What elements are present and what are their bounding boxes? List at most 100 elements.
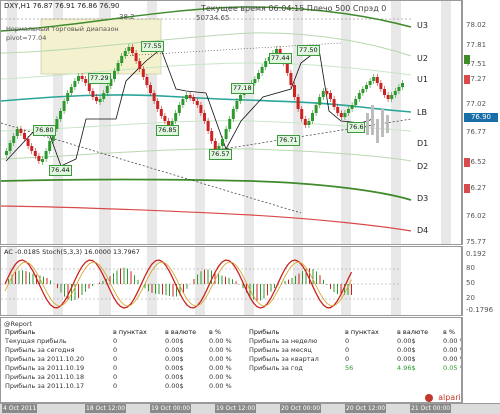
- candle-body: [253, 79, 257, 83]
- report-left-cell: Прибыль за 2011.10.17: [5, 382, 85, 390]
- candle-body: [37, 156, 41, 161]
- pivot-label: 76.71: [277, 135, 300, 146]
- candle-body: [62, 101, 66, 111]
- main-chart-canvas: [1, 1, 451, 244]
- candle-body: [203, 113, 206, 121]
- candle-body: [188, 95, 192, 98]
- report-left-cell: 0.00$: [165, 373, 184, 381]
- report-right-cell: 0: [345, 346, 350, 354]
- candle-body: [159, 109, 163, 116]
- report-right-cell: 0.00 %: [443, 346, 461, 354]
- pivot-label: 76.57: [209, 149, 232, 160]
- candle-body: [30, 146, 34, 151]
- candle-body: [343, 113, 347, 117]
- candle-body: [141, 69, 145, 77]
- candle-body: [401, 83, 404, 87]
- time-tick: 19 Oct 12:00: [215, 404, 257, 413]
- candle-body: [192, 97, 196, 101]
- level-d2: D2: [417, 162, 429, 171]
- candle-body: [66, 93, 70, 101]
- report-left-header: в %: [209, 328, 222, 336]
- pivot-label: 76.85: [156, 125, 179, 136]
- pivot-label: 77.50: [297, 45, 320, 56]
- candle-body: [354, 99, 358, 105]
- candle-body: [375, 77, 379, 83]
- price-tick: 77.81: [466, 41, 487, 49]
- report-right-cell: 0.00$: [397, 355, 416, 363]
- report-left-cell: 0.00$: [165, 364, 184, 372]
- candle-body: [311, 113, 314, 121]
- alpari-icon: [425, 393, 433, 402]
- level-u2: U2: [417, 54, 428, 63]
- report-right-header: в пунктах: [345, 328, 379, 336]
- report-left-cell: Прибыль за 2011.10.20: [5, 355, 85, 363]
- candle-body: [336, 107, 340, 113]
- alpari-brand: alpari: [438, 393, 461, 402]
- candle-body: [329, 93, 332, 99]
- level-d3: D3: [417, 194, 429, 203]
- candle-body: [123, 51, 127, 56]
- pivot-label: 77.29: [88, 73, 111, 84]
- candle-body: [206, 121, 210, 131]
- indicator-panel[interactable]: AC -0.0185 Stoch(5,3,3) 16.0000 13.7967: [0, 246, 462, 316]
- level-marker-d2: [464, 158, 470, 167]
- candle-body: [48, 141, 52, 151]
- price-axis[interactable]: 78.02 77.81 77.51 77.27 77.02 76.77 76.5…: [462, 0, 500, 246]
- chart-symbol: DXY,H1 76.87 76.91 76.86 76.90: [4, 2, 119, 10]
- report-left-cell: 0.00 %: [209, 337, 232, 345]
- main-chart[interactable]: DXY,H1 76.87 76.91 76.86 76.90 Текущее в…: [0, 0, 462, 245]
- candle-body: [19, 129, 23, 133]
- candle-body: [365, 85, 368, 89]
- candle-body: [91, 91, 95, 97]
- report-left-cell: Текущая прибыль: [5, 337, 67, 345]
- candle-body: [152, 93, 156, 101]
- candle-body: [23, 133, 26, 139]
- indicator-axis[interactable]: 0.192 80 50 20 -0.1796: [462, 246, 500, 316]
- indicator-canvas: [1, 247, 401, 315]
- report-left-cell: 0.00$: [165, 382, 184, 390]
- candle-body: [303, 119, 307, 125]
- report-left-header: в пунктах: [113, 328, 147, 336]
- candle-body: [15, 129, 19, 136]
- range-value: 38.2: [119, 13, 135, 21]
- candle-body: [213, 141, 217, 149]
- report-right-cell: 0.00$: [397, 346, 416, 354]
- time-tick: 4 Oct 2011: [2, 404, 38, 413]
- candle-body: [372, 77, 376, 81]
- candle-body: [368, 81, 372, 85]
- candle-body: [177, 105, 181, 113]
- price-tick: 78.02: [466, 21, 487, 29]
- candle-body: [116, 63, 120, 71]
- report-right-cell: 0.00$: [397, 337, 416, 345]
- level-marker-u2: [464, 55, 470, 64]
- report-left-cell: Прибыль за 2011.10.19: [5, 364, 85, 372]
- candle-body: [69, 87, 73, 93]
- time-tick: 21 Oct 00:00: [410, 404, 452, 413]
- candle-body: [149, 85, 152, 93]
- candle-body: [44, 151, 48, 159]
- report-right-header: в валюте: [397, 328, 429, 336]
- report-right-header: Прибыль: [249, 328, 280, 336]
- pivot-label: 76.80: [33, 125, 56, 136]
- level-u3: U3: [417, 21, 428, 30]
- candle-body: [163, 116, 167, 121]
- candle-body: [156, 101, 160, 109]
- candle-body: [73, 81, 77, 87]
- candle-body: [195, 101, 199, 105]
- report-right-header: в %: [443, 328, 456, 336]
- candle-body: [5, 151, 8, 155]
- candle-body: [289, 73, 293, 85]
- report-right-cell: Прибыль за год: [249, 364, 303, 372]
- candle-body: [181, 99, 185, 105]
- report-left-cell: 0.00$: [165, 337, 184, 345]
- candle-body: [8, 143, 12, 151]
- indicator-tick: 80: [466, 264, 475, 272]
- report-right-cell: 4.96$: [397, 364, 416, 372]
- candle-body: [228, 119, 232, 129]
- candle-body: [131, 47, 134, 53]
- candle-body: [357, 93, 361, 99]
- indicator-tick: 20: [466, 294, 475, 302]
- time-axis[interactable]: 4 Oct 2011 18 Oct 12:00 19 Oct 00:00 19 …: [0, 403, 500, 414]
- current-price-tag: 76.90: [464, 113, 498, 122]
- report-right-cell: 0.05 %: [443, 364, 461, 372]
